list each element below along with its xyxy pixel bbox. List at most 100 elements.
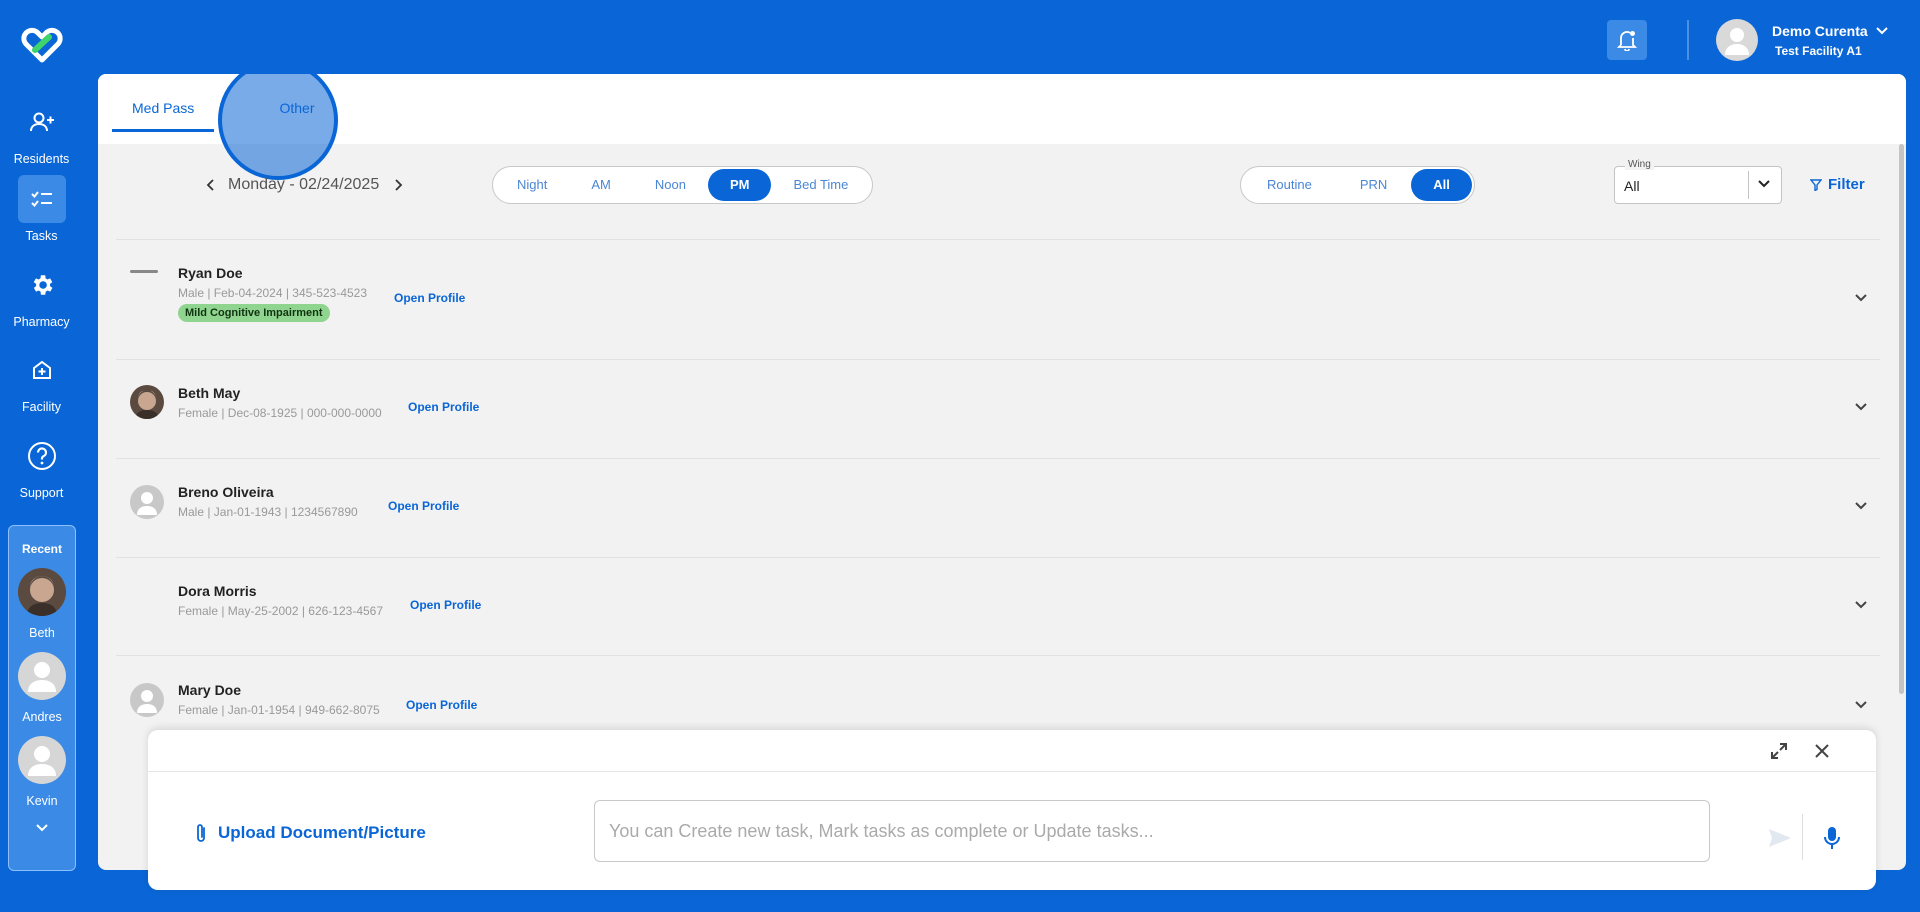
type-filter: Routine PRN All: [1240, 166, 1475, 204]
sidebar-item-pharmacy[interactable]: Pharmacy: [0, 261, 83, 329]
recent-item-label: Andres: [22, 710, 62, 724]
list-item[interactable]: Ryan Doe Male | Feb-04-2024 | 345-523-45…: [116, 239, 1880, 359]
assistant-panel: Upload Document/Picture: [148, 730, 1876, 890]
chevron-down-icon[interactable]: [1854, 501, 1868, 511]
avatar: [18, 568, 66, 616]
avatar: [18, 736, 66, 784]
wing-label: Wing: [1625, 159, 1654, 170]
time-option-noon[interactable]: Noon: [633, 169, 708, 201]
avatar: [130, 385, 164, 419]
type-option-prn[interactable]: PRN: [1336, 169, 1411, 201]
residents-icon: [18, 98, 66, 146]
time-option-bed-time[interactable]: Bed Time: [771, 169, 870, 201]
send-icon[interactable]: [1768, 828, 1792, 848]
list-item[interactable]: Breno Oliveira Male | Jan-01-1943 | 1234…: [116, 458, 1880, 557]
type-option-routine[interactable]: Routine: [1243, 169, 1336, 201]
tab-bar: Med Pass Other: [98, 74, 1906, 180]
user-name: Demo Curenta: [1772, 22, 1868, 39]
sidebar-item-label: Support: [19, 486, 64, 500]
avatar: [18, 652, 66, 700]
avatar: [130, 683, 164, 717]
recent-item-label: Beth: [29, 626, 55, 640]
notification-button[interactable]: [1607, 20, 1647, 60]
time-option-night[interactable]: Night: [495, 169, 569, 201]
resident-name: Ryan Doe: [178, 265, 243, 281]
open-profile-link[interactable]: Open Profile: [406, 698, 477, 712]
avatar: [1716, 19, 1758, 61]
wing-divider: [1748, 171, 1749, 199]
upload-label: Upload Document/Picture: [218, 823, 426, 842]
resident-name: Dora Morris: [178, 583, 257, 599]
time-option-am[interactable]: AM: [569, 169, 633, 201]
microphone-icon[interactable]: [1824, 826, 1840, 850]
chevron-down-icon[interactable]: [9, 824, 75, 832]
list-item[interactable]: Beth May Female | Dec-08-1925 | 000-000-…: [116, 359, 1880, 458]
open-profile-link[interactable]: Open Profile: [408, 400, 479, 414]
scrollbar[interactable]: [1899, 144, 1904, 694]
list-item[interactable]: Dora Morris Female | May-25-2002 | 626-1…: [116, 557, 1880, 655]
recent-panel: Recent Beth Andres Kevin: [8, 525, 76, 871]
close-icon[interactable]: [1814, 743, 1830, 759]
paperclip-icon: [194, 822, 208, 844]
tasks-icon: [17, 175, 66, 223]
app-logo[interactable]: [18, 26, 66, 64]
open-profile-link[interactable]: Open Profile: [388, 499, 459, 513]
current-date: Monday - 02/24/2025: [228, 176, 380, 193]
open-profile-link[interactable]: Open Profile: [410, 598, 481, 612]
message-input[interactable]: [594, 800, 1710, 862]
type-option-all[interactable]: All: [1411, 169, 1472, 201]
chevron-left-icon[interactable]: [206, 179, 216, 191]
open-profile-link[interactable]: Open Profile: [394, 291, 465, 305]
sidebar-item-residents[interactable]: Residents: [0, 98, 83, 166]
sidebar-item-facility[interactable]: Facility: [0, 346, 83, 414]
filter-button[interactable]: Filter: [1810, 176, 1865, 193]
sidebar-item-tasks[interactable]: Tasks: [0, 175, 83, 243]
wing-value: All: [1624, 178, 1640, 194]
chevron-down-icon[interactable]: [1854, 293, 1868, 303]
assistant-header: [148, 730, 1876, 772]
recent-item-beth[interactable]: Beth: [9, 568, 75, 640]
wing-select[interactable]: Wing All: [1614, 159, 1782, 204]
sidebar-item-label: Tasks: [25, 229, 58, 243]
recent-item-andres[interactable]: Andres: [9, 652, 75, 724]
resident-details: Male | Feb-04-2024 | 345-523-4523: [178, 286, 368, 300]
gear-icon: [18, 261, 66, 309]
resident-details: Male | Jan-01-1943 | 1234567890: [178, 505, 358, 519]
recent-item-kevin[interactable]: Kevin: [9, 736, 75, 808]
resident-details: Female | Dec-08-1925 | 000-000-0000: [178, 406, 382, 420]
send-divider: [1802, 814, 1803, 860]
chevron-right-icon[interactable]: [393, 179, 403, 191]
recent-title: Recent: [21, 542, 62, 556]
resident-name: Mary Doe: [178, 682, 242, 698]
sidebar-item-support[interactable]: Support: [0, 432, 83, 500]
resident-details: Female | Jan-01-1954 | 949-662-8075: [178, 703, 380, 717]
help-icon: [18, 432, 66, 480]
diagnosis-badge: Mild Cognitive Impairment: [178, 304, 330, 322]
date-navigator: Monday - 02/24/2025: [206, 176, 403, 194]
time-option-pm[interactable]: PM: [707, 169, 772, 201]
tab-med-pass[interactable]: Med Pass: [112, 74, 215, 132]
user-facility: Test Facility A1: [1775, 43, 1862, 58]
resident-name: Breno Oliveira: [178, 484, 274, 500]
chevron-down-icon: [1875, 26, 1888, 35]
upload-button[interactable]: Upload Document/Picture: [194, 822, 426, 844]
sidebar-item-label: Facility: [22, 400, 61, 414]
chevron-down-icon[interactable]: [1854, 600, 1868, 610]
resident-details: Female | May-25-2002 | 626-123-4567: [178, 604, 384, 618]
header-divider: [1687, 20, 1689, 60]
tab-other[interactable]: Other: [252, 74, 342, 132]
user-menu[interactable]: Demo Curenta Test Facility A1: [1716, 19, 1888, 61]
facility-icon: [18, 346, 66, 394]
resident-name: Beth May: [178, 385, 241, 401]
filter-label: Filter: [1828, 176, 1865, 193]
sidebar-item-label: Residents: [13, 152, 70, 166]
sidebar-item-label: Pharmacy: [13, 315, 70, 329]
avatar: [130, 270, 158, 273]
bell-icon: [1617, 29, 1637, 51]
chevron-down-icon[interactable]: [1854, 700, 1868, 710]
recent-item-label: Kevin: [26, 794, 58, 808]
expand-icon[interactable]: [1770, 742, 1788, 760]
chevron-down-icon[interactable]: [1854, 402, 1868, 412]
avatar: [130, 485, 164, 519]
chevron-down-icon: [1757, 177, 1771, 191]
